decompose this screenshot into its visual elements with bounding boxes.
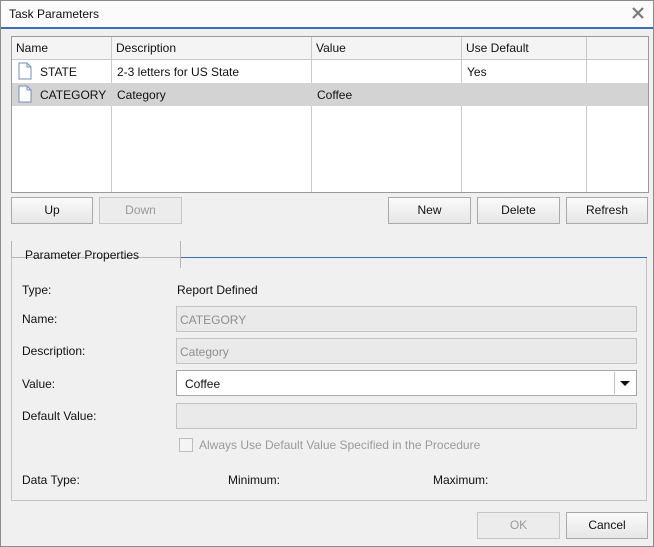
column-header-description[interactable]: Description [116, 41, 176, 55]
description-field[interactable]: Category [176, 338, 637, 364]
value-label: Value: [22, 377, 56, 391]
row-description: 2-3 letters for US State [117, 65, 240, 79]
dropdown-button[interactable] [614, 372, 635, 394]
document-icon [18, 85, 32, 103]
row-use-default: Yes [467, 65, 487, 79]
column-header-name[interactable]: Name [16, 41, 48, 55]
description-label: Description: [22, 344, 86, 358]
parameters-grid: Name Description Value Use Default STATE… [11, 36, 649, 193]
default-value-field[interactable] [176, 403, 637, 429]
dialog-title: Task Parameters [9, 7, 100, 21]
row-value: Coffee [317, 88, 353, 102]
task-parameters-dialog: Task Parameters Name Description Value U… [0, 0, 654, 547]
down-button[interactable]: Down [99, 197, 182, 224]
delete-button[interactable]: Delete [477, 197, 560, 224]
always-use-default-label: Always Use Default Value Specified in th… [199, 438, 481, 452]
table-row[interactable]: STATE 2-3 letters for US State Yes [12, 60, 648, 83]
maximum-label: Maximum: [433, 473, 489, 487]
close-icon[interactable] [631, 6, 645, 20]
name-field[interactable]: CATEGORY [176, 306, 637, 332]
row-name: STATE [40, 65, 77, 79]
value-dropdown[interactable]: Coffee [176, 370, 637, 396]
table-row[interactable]: CATEGORY Category Coffee [12, 83, 648, 106]
title-bar: Task Parameters [1, 1, 653, 29]
refresh-button[interactable]: Refresh [566, 197, 648, 224]
value-dropdown-text: Coffee [185, 377, 221, 391]
name-label: Name: [22, 312, 58, 326]
column-header-use-default[interactable]: Use Default [466, 41, 529, 55]
row-name: CATEGORY [40, 88, 107, 102]
ok-button[interactable]: OK [477, 512, 560, 539]
data-type-label: Data Type: [22, 473, 80, 487]
type-value: Report Defined [177, 283, 258, 297]
minimum-label: Minimum: [228, 473, 281, 487]
type-label: Type: [22, 283, 52, 297]
up-button[interactable]: Up [11, 197, 93, 224]
cancel-button[interactable]: Cancel [566, 512, 648, 539]
column-header-value[interactable]: Value [316, 41, 346, 55]
always-use-default-checkbox[interactable] [179, 438, 193, 452]
row-description: Category [117, 88, 166, 102]
document-icon [18, 62, 32, 80]
chevron-down-icon [620, 381, 630, 386]
grid-header: Name Description Value Use Default [12, 37, 648, 60]
new-button[interactable]: New [388, 197, 471, 224]
default-value-label: Default Value: [22, 409, 97, 423]
